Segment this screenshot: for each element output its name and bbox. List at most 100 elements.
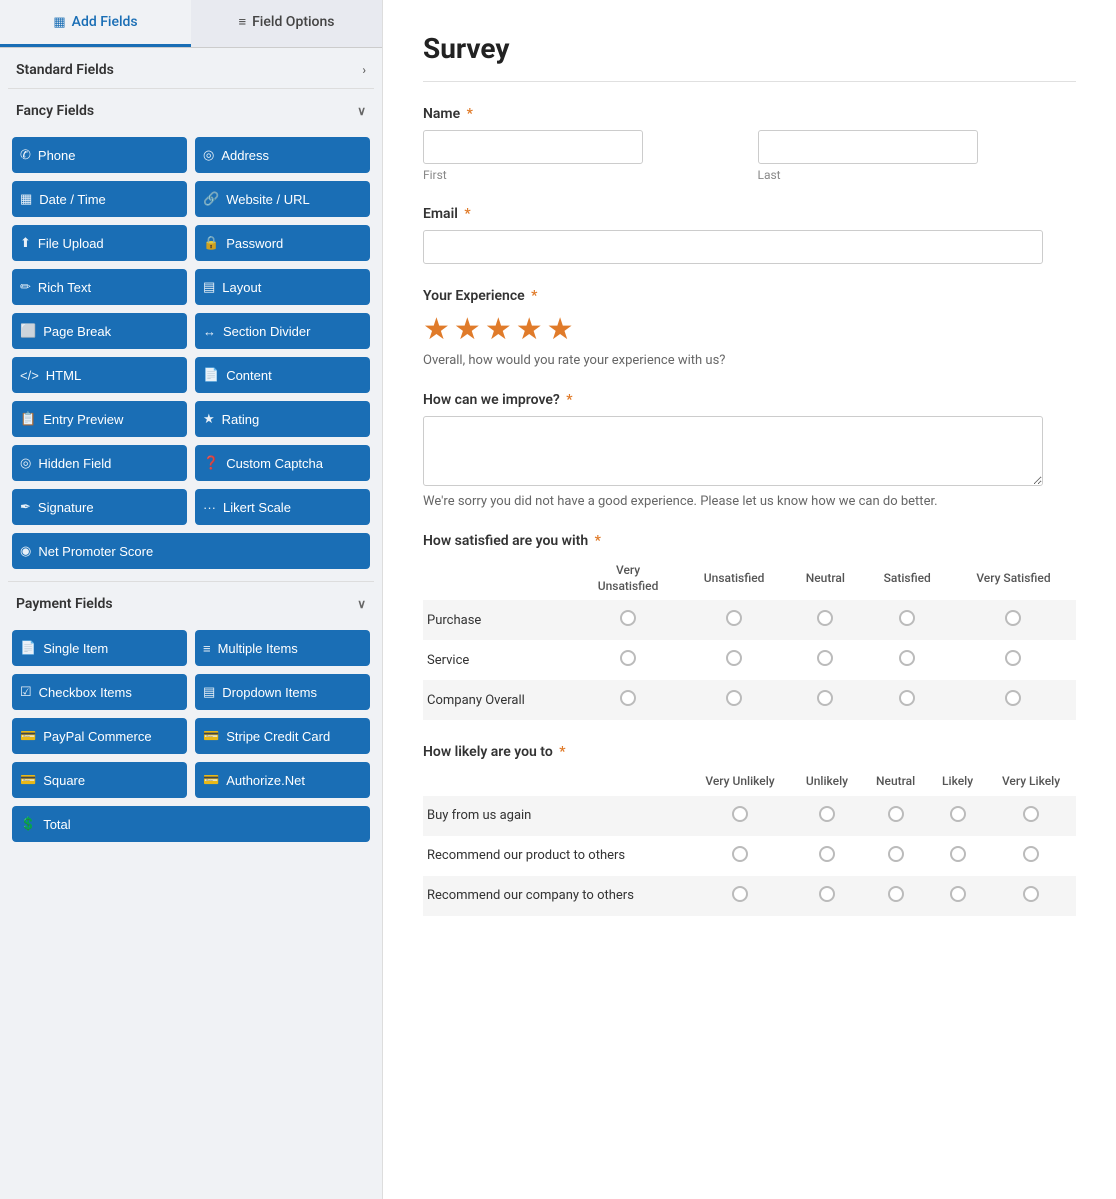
btn-single-item[interactable]: 📄 Single Item	[12, 630, 187, 666]
likely-row: Recommend our product to others	[423, 836, 1076, 876]
satisfied-radio-1-0[interactable]	[575, 640, 681, 680]
likely-radio-2-1[interactable]	[792, 876, 862, 916]
satisfied-radio-1-3[interactable]	[863, 640, 950, 680]
fancy-fields-header[interactable]: Fancy Fields ∨	[0, 89, 382, 129]
satisfied-radio-2-4[interactable]	[951, 680, 1076, 720]
satisfied-radio-1-1[interactable]	[681, 640, 787, 680]
square-icon: 💳	[20, 772, 36, 788]
payment-fields-label: Payment Fields	[16, 596, 113, 612]
btn-file-upload[interactable]: ⬆ File Upload	[12, 225, 187, 261]
satisfied-radio-0-2[interactable]	[787, 600, 863, 640]
btn-multiple-items[interactable]: ≡ Multiple Items	[195, 630, 370, 666]
tab-add-fields[interactable]: ▦ Add Fields	[0, 0, 191, 47]
btn-datetime[interactable]: ▦ Date / Time	[12, 181, 187, 217]
satisfied-radio-2-0[interactable]	[575, 680, 681, 720]
btn-page-break[interactable]: ⬜ Page Break	[12, 313, 187, 349]
experience-field: Your Experience * ★ ★ ★ ★ ★ Overall, how…	[423, 288, 1076, 368]
btn-checkbox-items[interactable]: ☑ Checkbox Items	[12, 674, 187, 710]
improve-field: How can we improve? * We're sorry you di…	[423, 392, 1076, 509]
satisfied-label: How satisfied are you with *	[423, 533, 1076, 549]
improve-hint: We're sorry you did not have a good expe…	[423, 494, 1076, 509]
likely-row-label: Buy from us again	[423, 796, 688, 836]
form-title-divider	[423, 81, 1076, 82]
star-2[interactable]: ★	[454, 312, 481, 347]
btn-stripe[interactable]: 💳 Stripe Credit Card	[195, 718, 370, 754]
btn-custom-captcha[interactable]: ❓ Custom Captcha	[195, 445, 370, 481]
star-3[interactable]: ★	[485, 312, 512, 347]
likely-radio-1-3[interactable]	[929, 836, 986, 876]
last-name-field: Last	[758, 130, 1077, 182]
experience-required: *	[531, 288, 537, 304]
multiple-items-icon: ≡	[203, 641, 211, 656]
likely-radio-0-2[interactable]	[862, 796, 929, 836]
improve-label: How can we improve? *	[423, 392, 1076, 408]
name-label: Name *	[423, 106, 1076, 122]
star-4[interactable]: ★	[516, 312, 543, 347]
btn-paypal[interactable]: 💳 PayPal Commerce	[12, 718, 187, 754]
btn-entry-preview[interactable]: 📋 Entry Preview	[12, 401, 187, 437]
btn-rating[interactable]: ★ Rating	[195, 401, 370, 437]
tab-add-fields-label: Add Fields	[72, 14, 138, 30]
satisfied-radio-2-3[interactable]	[863, 680, 950, 720]
likely-radio-1-0[interactable]	[688, 836, 791, 876]
satisfied-radio-0-3[interactable]	[863, 600, 950, 640]
likely-radio-1-1[interactable]	[792, 836, 862, 876]
btn-signature[interactable]: ✒ Signature	[12, 489, 187, 525]
btn-dropdown-items[interactable]: ▤ Dropdown Items	[195, 674, 370, 710]
likely-radio-1-2[interactable]	[862, 836, 929, 876]
btn-net-promoter[interactable]: ◉ Net Promoter Score	[12, 533, 370, 569]
payment-fields-header[interactable]: Payment Fields ∨	[0, 582, 382, 622]
password-icon: 🔒	[203, 235, 219, 251]
standard-fields-header[interactable]: Standard Fields ›	[0, 48, 382, 88]
satisfied-radio-1-2[interactable]	[787, 640, 863, 680]
btn-html[interactable]: </> HTML	[12, 357, 187, 393]
satisfied-radio-0-4[interactable]	[951, 600, 1076, 640]
payment-fields-grid: 📄 Single Item ≡ Multiple Items ☑ Checkbo…	[0, 622, 382, 854]
btn-website[interactable]: 🔗 Website / URL	[195, 181, 370, 217]
btn-content[interactable]: 📄 Content	[195, 357, 370, 393]
tab-field-options[interactable]: ≡ Field Options	[191, 0, 382, 47]
likely-radio-2-4[interactable]	[986, 876, 1076, 916]
likely-radio-0-3[interactable]	[929, 796, 986, 836]
btn-password[interactable]: 🔒 Password	[195, 225, 370, 261]
btn-hidden-field[interactable]: ◎ Hidden Field	[12, 445, 187, 481]
likely-radio-0-0[interactable]	[688, 796, 791, 836]
satisfied-col-2: Unsatisfied	[681, 557, 787, 600]
net-promoter-icon: ◉	[20, 543, 31, 559]
star-5[interactable]: ★	[547, 312, 574, 347]
first-name-input[interactable]	[423, 130, 643, 164]
btn-phone[interactable]: ✆ Phone	[12, 137, 187, 173]
satisfied-radio-2-2[interactable]	[787, 680, 863, 720]
tabs-bar: ▦ Add Fields ≡ Field Options	[0, 0, 382, 48]
satisfied-required: *	[595, 533, 601, 549]
satisfied-radio-0-1[interactable]	[681, 600, 787, 640]
checkbox-items-icon: ☑	[20, 684, 32, 700]
satisfied-radio-2-1[interactable]	[681, 680, 787, 720]
likely-radio-0-4[interactable]	[986, 796, 1076, 836]
satisfied-radio-0-0[interactable]	[575, 600, 681, 640]
btn-total[interactable]: 💲 Total	[12, 806, 370, 842]
likely-radio-2-2[interactable]	[862, 876, 929, 916]
btn-rich-text[interactable]: ✏ Rich Text	[12, 269, 187, 305]
satisfied-radio-1-4[interactable]	[951, 640, 1076, 680]
btn-layout[interactable]: ▤ Layout	[195, 269, 370, 305]
address-icon: ◎	[203, 147, 214, 163]
likely-radio-1-4[interactable]	[986, 836, 1076, 876]
btn-authorize[interactable]: 💳 Authorize.Net	[195, 762, 370, 798]
improve-textarea[interactable]	[423, 416, 1043, 486]
likely-radio-2-0[interactable]	[688, 876, 791, 916]
btn-address[interactable]: ◎ Address	[195, 137, 370, 173]
email-input[interactable]	[423, 230, 1043, 264]
likely-table: Very Unlikely Unlikely Neutral Likely Ve…	[423, 768, 1076, 916]
btn-likert-scale[interactable]: ··· Likert Scale	[195, 489, 370, 525]
stars-container[interactable]: ★ ★ ★ ★ ★	[423, 312, 1076, 347]
likely-radio-0-1[interactable]	[792, 796, 862, 836]
paypal-icon: 💳	[20, 728, 36, 744]
layout-icon: ▤	[203, 279, 215, 295]
likely-radio-2-3[interactable]	[929, 876, 986, 916]
last-name-input[interactable]	[758, 130, 978, 164]
star-1[interactable]: ★	[423, 312, 450, 347]
btn-square[interactable]: 💳 Square	[12, 762, 187, 798]
rich-text-icon: ✏	[20, 279, 31, 295]
btn-section-divider[interactable]: ↔ Section Divider	[195, 313, 370, 349]
